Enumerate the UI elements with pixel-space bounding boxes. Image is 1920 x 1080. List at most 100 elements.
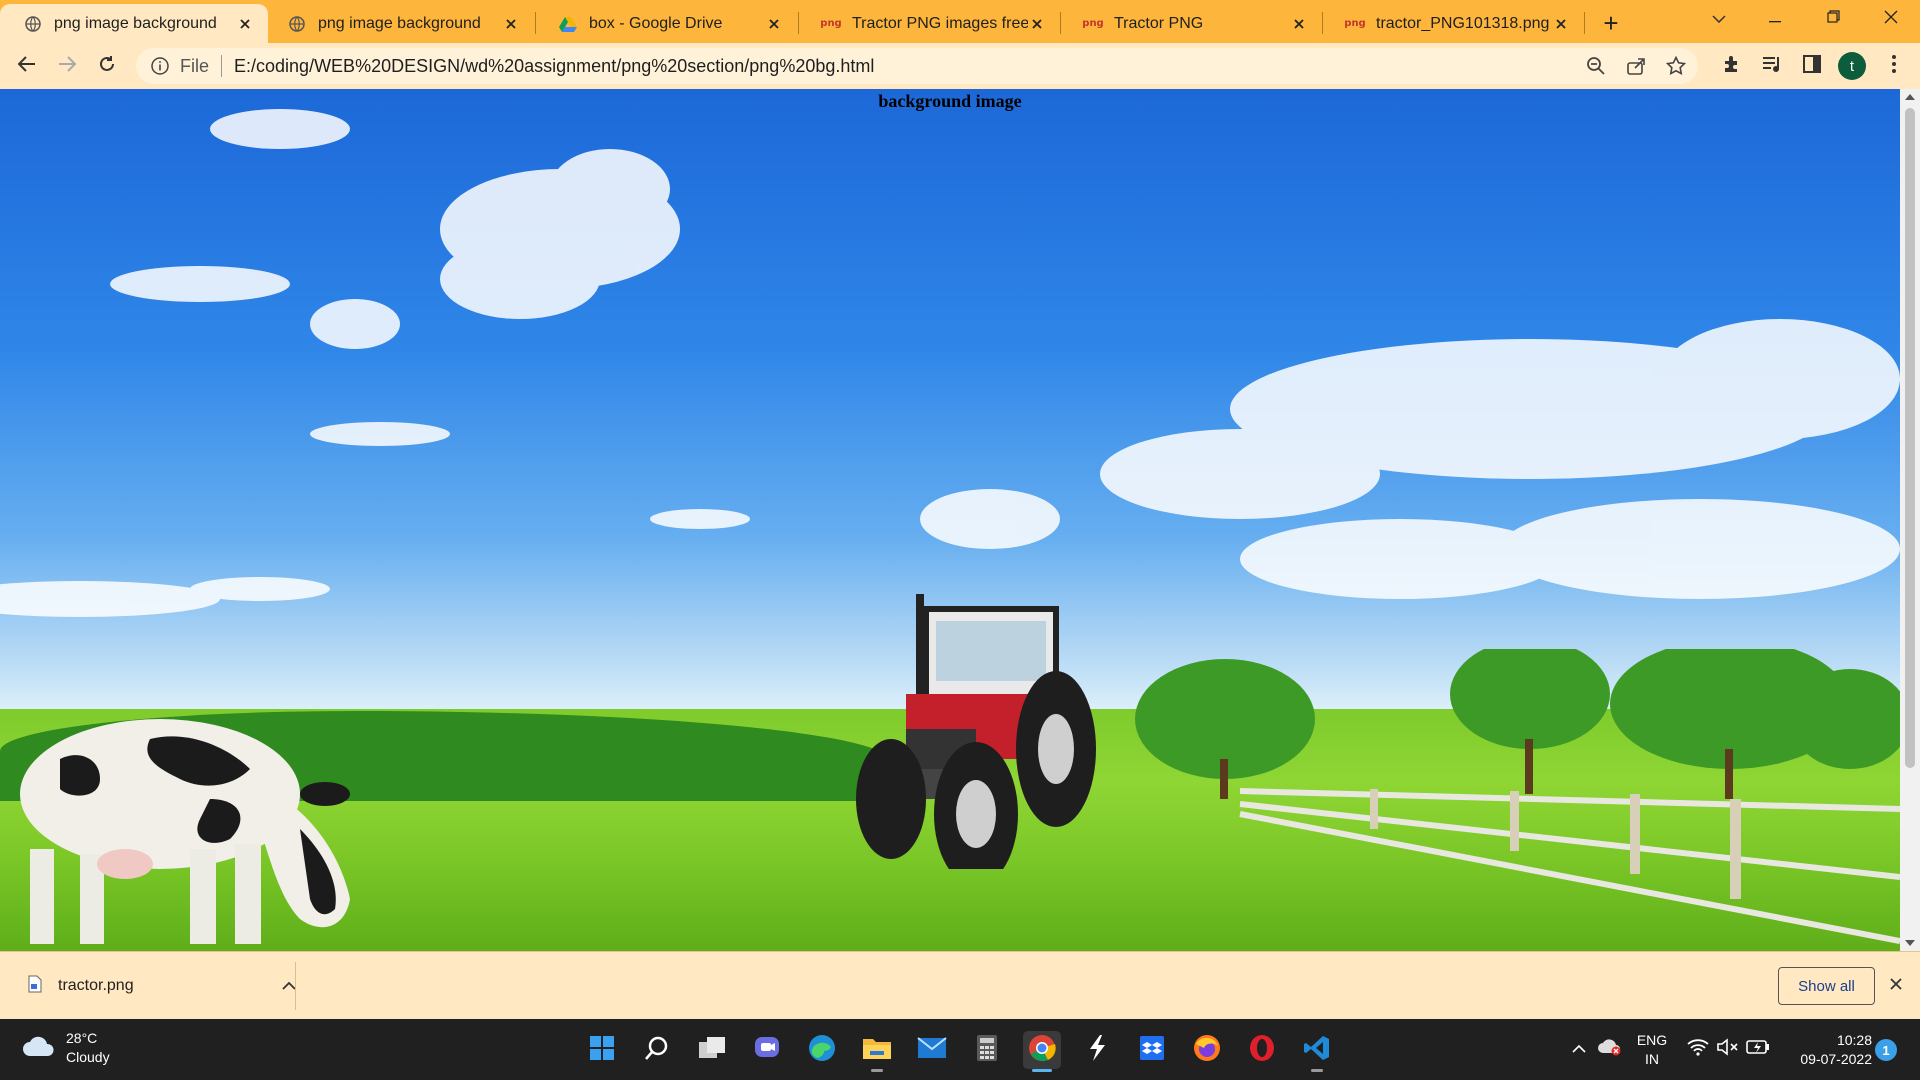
wifi-tray-button[interactable] xyxy=(1686,1037,1710,1061)
tab-png-image-background[interactable]: png image background xyxy=(264,4,534,43)
back-button[interactable] xyxy=(11,50,43,82)
back-arrow-icon xyxy=(17,55,36,77)
file-explorer-icon xyxy=(862,1035,892,1066)
running-indicator xyxy=(1311,1069,1323,1072)
notification-badge[interactable]: 1 xyxy=(1875,1039,1897,1061)
tab-png-image-background-active[interactable]: png image background xyxy=(0,4,268,43)
reload-icon xyxy=(98,55,116,78)
windows-taskbar: 28°C Cloudy ENG IN 10:28 09-07-2022 1 xyxy=(0,1019,1920,1080)
clock-date: 09-07-2022 xyxy=(1800,1051,1872,1067)
kebab-menu-icon xyxy=(1892,54,1896,78)
new-tab-button[interactable]: + xyxy=(1588,4,1634,42)
dropbox-icon xyxy=(1138,1035,1166,1066)
tab-title: png image background xyxy=(54,14,217,32)
reload-button[interactable] xyxy=(91,50,123,82)
start-button[interactable] xyxy=(583,1031,621,1069)
extensions-button[interactable] xyxy=(1716,50,1748,82)
weather-widget[interactable]: 28°C Cloudy xyxy=(22,1029,110,1067)
teams-chat-icon xyxy=(753,1035,781,1066)
browser-toolbar: File E:/coding/WEB%20DESIGN/wd%20assignm… xyxy=(0,43,1920,89)
forward-button[interactable] xyxy=(51,50,83,82)
close-download-bar-button[interactable] xyxy=(1884,974,1908,998)
tab-title: png image background xyxy=(318,14,481,32)
cloud-icon xyxy=(22,1035,56,1062)
url-text[interactable]: E:/coding/WEB%20DESIGN/wd%20assignment/p… xyxy=(234,56,874,77)
close-icon xyxy=(1890,977,1902,995)
chevron-up-icon[interactable] xyxy=(282,977,296,995)
chrome-icon xyxy=(1028,1034,1056,1067)
close-tab-icon[interactable] xyxy=(1028,15,1046,33)
address-bar[interactable]: File E:/coding/WEB%20DESIGN/wd%20assignm… xyxy=(136,48,1698,84)
forward-arrow-icon xyxy=(58,55,77,77)
firefox-button[interactable] xyxy=(1188,1031,1226,1069)
volume-tray-button[interactable] xyxy=(1716,1037,1740,1061)
mail-icon xyxy=(917,1036,947,1064)
download-divider xyxy=(295,962,296,1010)
calculator-button[interactable] xyxy=(968,1031,1006,1069)
close-window-button[interactable] xyxy=(1868,0,1914,38)
side-panel-icon xyxy=(1803,54,1821,78)
google-drive-icon xyxy=(559,15,577,33)
system-clock[interactable]: 10:28 09-07-2022 xyxy=(1782,1031,1872,1069)
battery-tray-button[interactable] xyxy=(1746,1037,1770,1061)
scrollbar-thumb[interactable] xyxy=(1905,108,1915,768)
close-tab-icon[interactable] xyxy=(1290,15,1308,33)
bookmark-star-icon[interactable] xyxy=(1665,55,1687,81)
zoom-icon[interactable] xyxy=(1586,56,1606,81)
chevron-up-icon xyxy=(1572,1040,1586,1058)
tab-google-drive[interactable]: box - Google Drive xyxy=(535,4,797,43)
edge-button[interactable] xyxy=(803,1031,841,1069)
battery-charging-icon xyxy=(1746,1039,1770,1060)
download-item[interactable]: tractor.png xyxy=(14,966,296,1006)
file-explorer-button[interactable] xyxy=(858,1031,896,1072)
onedrive-tray-button[interactable] xyxy=(1598,1037,1622,1061)
info-icon[interactable] xyxy=(150,56,170,76)
task-view-button[interactable] xyxy=(693,1031,731,1069)
tab-title: Tractor PNG images free do xyxy=(852,14,1028,32)
calculator-icon xyxy=(976,1034,998,1067)
minimize-button[interactable] xyxy=(1752,0,1798,38)
profile-avatar[interactable]: t xyxy=(1838,52,1866,80)
minimize-icon xyxy=(1769,10,1781,28)
close-tab-icon[interactable] xyxy=(502,15,520,33)
vscode-icon xyxy=(1303,1034,1331,1067)
running-indicator xyxy=(871,1069,883,1072)
opera-button[interactable] xyxy=(1243,1031,1281,1069)
download-bar: tractor.png Show all xyxy=(0,951,1920,1019)
tab-tractor-png[interactable]: png Tractor PNG xyxy=(1060,4,1322,43)
share-icon[interactable] xyxy=(1626,56,1646,81)
dropbox-button[interactable] xyxy=(1133,1031,1171,1069)
tractor-image xyxy=(856,594,1096,869)
chrome-button[interactable] xyxy=(1023,1031,1061,1072)
vscode-button[interactable] xyxy=(1298,1031,1336,1072)
restore-button[interactable] xyxy=(1810,0,1856,38)
teams-chat-button[interactable] xyxy=(748,1031,786,1069)
reading-list-button[interactable] xyxy=(1756,50,1788,82)
mail-button[interactable] xyxy=(913,1031,951,1069)
opera-icon xyxy=(1248,1034,1276,1067)
cloud-sync-error-icon xyxy=(1598,1038,1622,1061)
taskbar-search-button[interactable] xyxy=(638,1031,676,1069)
app-button[interactable] xyxy=(1078,1031,1116,1069)
show-all-button[interactable]: Show all xyxy=(1778,967,1875,1005)
png-icon: png xyxy=(1344,18,1366,29)
menu-button[interactable] xyxy=(1878,50,1910,82)
tab-tractor-png-images[interactable]: png Tractor PNG images free do xyxy=(798,4,1060,43)
scroll-down-icon[interactable] xyxy=(1905,939,1915,947)
tab-strip: png image background png image backgroun… xyxy=(0,0,1920,43)
close-tab-icon[interactable] xyxy=(236,15,254,33)
page-heading: background image xyxy=(878,91,1022,111)
scroll-up-icon[interactable] xyxy=(1905,93,1915,101)
show-hidden-icons-button[interactable] xyxy=(1567,1037,1591,1061)
task-view-icon xyxy=(698,1036,726,1065)
side-panel-button[interactable] xyxy=(1796,50,1828,82)
close-tab-icon[interactable] xyxy=(765,15,783,33)
language-indicator[interactable]: ENG IN xyxy=(1636,1031,1668,1069)
edge-icon xyxy=(808,1034,836,1067)
tab-tractor-png-file[interactable]: png tractor_PNG101318.png (1 xyxy=(1322,4,1584,43)
close-tab-icon[interactable] xyxy=(1552,15,1570,33)
tab-search-button[interactable] xyxy=(1696,0,1742,38)
file-icon xyxy=(28,975,42,998)
fence-image xyxy=(1239,788,1900,944)
png-icon: png xyxy=(1082,18,1104,29)
